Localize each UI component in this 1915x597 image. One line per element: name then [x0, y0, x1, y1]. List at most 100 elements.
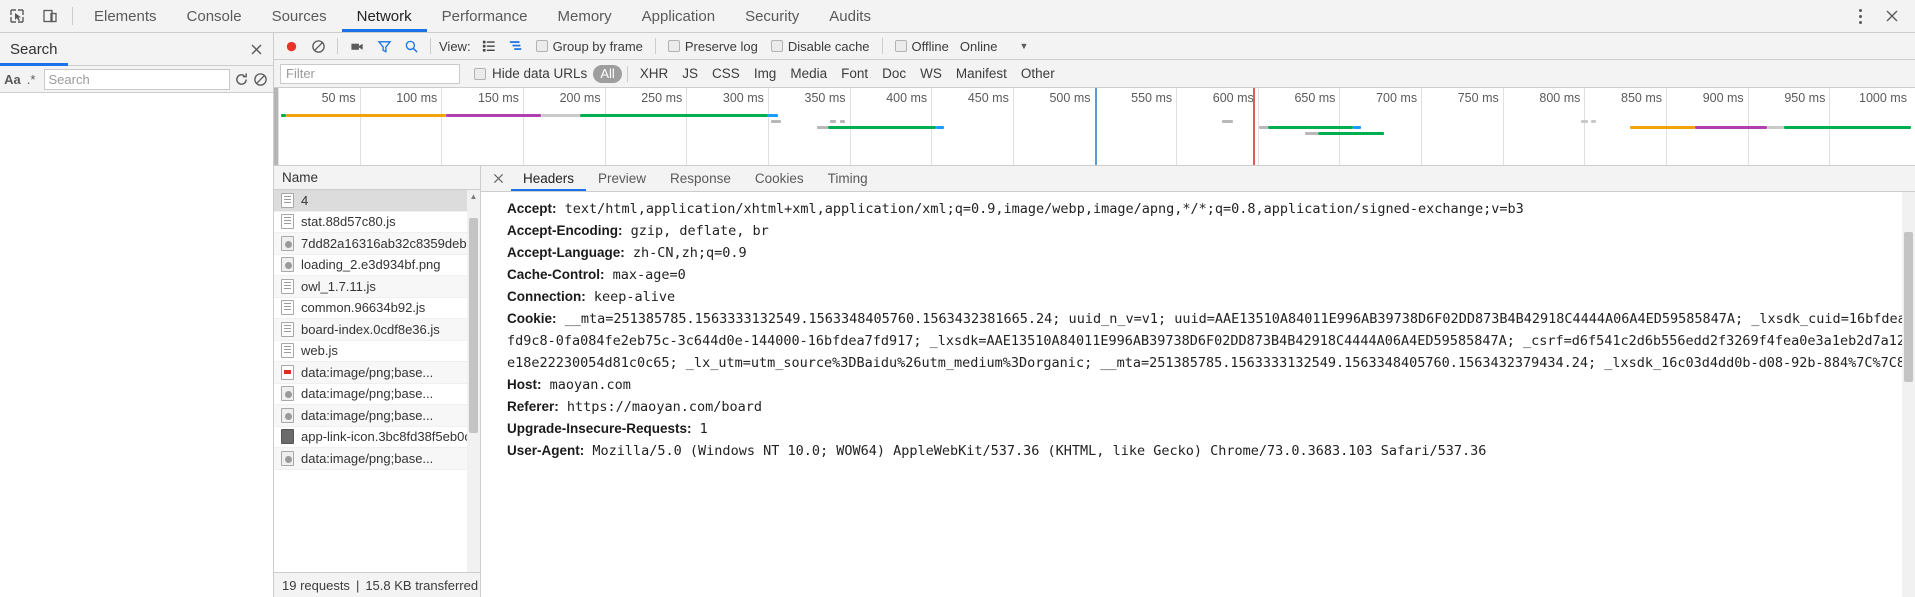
request-row[interactable]: stat.88d57c80.js — [274, 212, 480, 233]
details-scrollbar[interactable] — [1902, 192, 1915, 597]
tab-performance[interactable]: Performance — [427, 0, 543, 32]
request-row[interactable]: web.js — [274, 341, 480, 362]
request-row[interactable]: app-link-icon.3bc8fd38f5eb0c — [274, 427, 480, 448]
magnifier-icon[interactable] — [398, 34, 424, 59]
overview-tick-label: 50 ms — [321, 91, 356, 105]
request-list-scrollbar[interactable]: ▲ — [467, 190, 480, 572]
search-input[interactable] — [43, 68, 230, 90]
search-close-icon[interactable] — [250, 43, 263, 56]
request-row[interactable]: loading_2.e3d934bf.png — [274, 255, 480, 276]
request-name: 4 — [301, 192, 309, 208]
throttle-select[interactable]: Online ▼ — [956, 39, 1029, 54]
overview-tick: 100 ms — [359, 88, 442, 165]
tab-memory[interactable]: Memory — [543, 0, 627, 32]
header-name: User-Agent: — [507, 443, 585, 458]
overview-request-bar — [1695, 126, 1768, 129]
filter-type-doc[interactable]: Doc — [875, 66, 913, 81]
clear-icon[interactable] — [305, 34, 331, 59]
overview-event-line — [1094, 88, 1097, 165]
scrollbar-thumb[interactable] — [469, 218, 478, 433]
filter-type-all[interactable]: All — [593, 64, 622, 83]
overview-tick-label: 300 ms — [722, 91, 764, 105]
funnel-icon[interactable] — [371, 34, 397, 59]
scroll-up-arrow-icon[interactable]: ▲ — [467, 190, 480, 203]
tab-search[interactable]: Search — [0, 33, 68, 66]
tab-audits[interactable]: Audits — [814, 0, 886, 32]
details-close-icon[interactable] — [485, 166, 511, 191]
preserve-log-label: Preserve log — [684, 38, 758, 54]
overview-request-bar — [936, 126, 945, 129]
request-list-column-header[interactable]: Name — [274, 166, 480, 190]
toolbar-divider — [337, 38, 338, 54]
request-row[interactable]: 7dd82a16316ab32c8359debd. — [274, 233, 480, 255]
tab-preview[interactable]: Preview — [586, 166, 658, 191]
filter-type-media[interactable]: Media — [783, 66, 834, 81]
regex-icon[interactable]: .* — [23, 68, 40, 91]
lower-split: Name 4 stat.88d57c80.js 7dd82a16316ab32c83… — [274, 166, 1915, 597]
filter-type-img[interactable]: Img — [747, 66, 784, 81]
overview-canvas[interactable]: 50 ms 100 ms 150 ms 200 ms 250 ms 300 ms 350 m… — [278, 88, 1915, 165]
headers-content[interactable]: Accept: text/html,application/xhtml+xml,… — [481, 192, 1915, 597]
tab-application[interactable]: Application — [627, 0, 730, 32]
tab-headers[interactable]: Headers — [511, 166, 587, 191]
request-row[interactable]: 4 — [274, 190, 480, 212]
group-by-frame-checkbox[interactable]: Group by frame — [530, 39, 649, 54]
filter-type-font[interactable]: Font — [834, 66, 875, 81]
overview-tick-label: 850 ms — [1621, 91, 1663, 105]
tab-cookies[interactable]: Cookies — [743, 166, 816, 191]
request-name: data:image/png;base... — [301, 407, 434, 423]
filter-type-css[interactable]: CSS — [705, 66, 747, 81]
filter-type-xhr[interactable]: XHR — [633, 66, 676, 81]
record-button-icon[interactable] — [278, 34, 304, 59]
tab-timing[interactable]: Timing — [816, 166, 880, 191]
request-row[interactable]: board-index.0cdf8e36.js — [274, 319, 480, 341]
request-row[interactable]: data:image/png;base... — [274, 362, 480, 384]
header-name: Referer: — [507, 399, 559, 414]
list-view-icon[interactable] — [476, 34, 502, 59]
device-toolbar-icon[interactable] — [33, 0, 66, 32]
overview-request-bar — [1581, 120, 1588, 123]
filter-type-other[interactable]: Other — [1014, 66, 1062, 81]
tab-console[interactable]: Console — [172, 0, 257, 32]
overview-request-bar — [580, 114, 768, 117]
header-line: Accept-Language: zh-CN,zh;q=0.9 — [507, 242, 1915, 264]
disable-cache-checkbox[interactable]: Disable cache — [765, 39, 876, 54]
header-value: 1 — [691, 421, 708, 437]
request-type-icon — [281, 386, 294, 402]
tab-elements[interactable]: Elements — [79, 0, 172, 32]
request-row[interactable]: data:image/png;base... — [274, 448, 480, 470]
request-row[interactable]: data:image/png;base... — [274, 405, 480, 427]
hide-data-urls-checkbox[interactable]: Hide data URLs — [474, 66, 587, 81]
tab-response[interactable]: Response — [658, 166, 743, 191]
filter-input[interactable] — [280, 63, 460, 84]
waterfall-view-icon[interactable] — [503, 34, 529, 59]
request-row[interactable]: owl_1.7.11.js — [274, 276, 480, 298]
filter-type-ws[interactable]: WS — [913, 66, 949, 81]
filter-type-js[interactable]: JS — [675, 66, 705, 81]
request-row[interactable]: data:image/png;base... — [274, 384, 480, 405]
filter-type-manifest[interactable]: Manifest — [949, 66, 1014, 81]
offline-checkbox[interactable]: Offline — [889, 39, 955, 54]
request-details-panel: Headers Preview Response Cookies Timing … — [481, 166, 1915, 597]
overview-tick-label: 1000 ms — [1859, 91, 1907, 105]
network-overview-timeline[interactable]: 50 ms 100 ms 150 ms 200 ms 250 ms 300 ms 350 m… — [274, 88, 1915, 166]
header-name: Accept: — [507, 201, 557, 216]
request-row[interactable]: common.96634b92.js — [274, 298, 480, 319]
close-icon[interactable] — [1875, 0, 1909, 33]
overview-request-bar — [1221, 120, 1234, 123]
tab-security[interactable]: Security — [730, 0, 814, 32]
preserve-log-checkbox[interactable]: Preserve log — [662, 39, 764, 54]
scrollbar-thumb[interactable] — [1904, 232, 1913, 382]
camera-icon[interactable] — [344, 34, 370, 59]
tabbar-right-controls — [1845, 0, 1915, 32]
tab-sources[interactable]: Sources — [257, 0, 342, 32]
refresh-icon[interactable] — [234, 68, 251, 91]
header-value: Mozilla/5.0 (Windows NT 10.0; WOW64) App… — [584, 443, 1487, 459]
request-name: data:image/png;base... — [301, 386, 434, 402]
match-case-icon[interactable]: Aa — [4, 68, 21, 91]
clear-icon[interactable] — [252, 68, 269, 91]
inspect-cursor-icon[interactable] — [0, 0, 33, 32]
tab-network[interactable]: Network — [341, 0, 427, 32]
kebab-menu-icon[interactable] — [1845, 0, 1875, 33]
request-rows[interactable]: 4 stat.88d57c80.js 7dd82a16316ab32c8359deb… — [274, 190, 480, 572]
